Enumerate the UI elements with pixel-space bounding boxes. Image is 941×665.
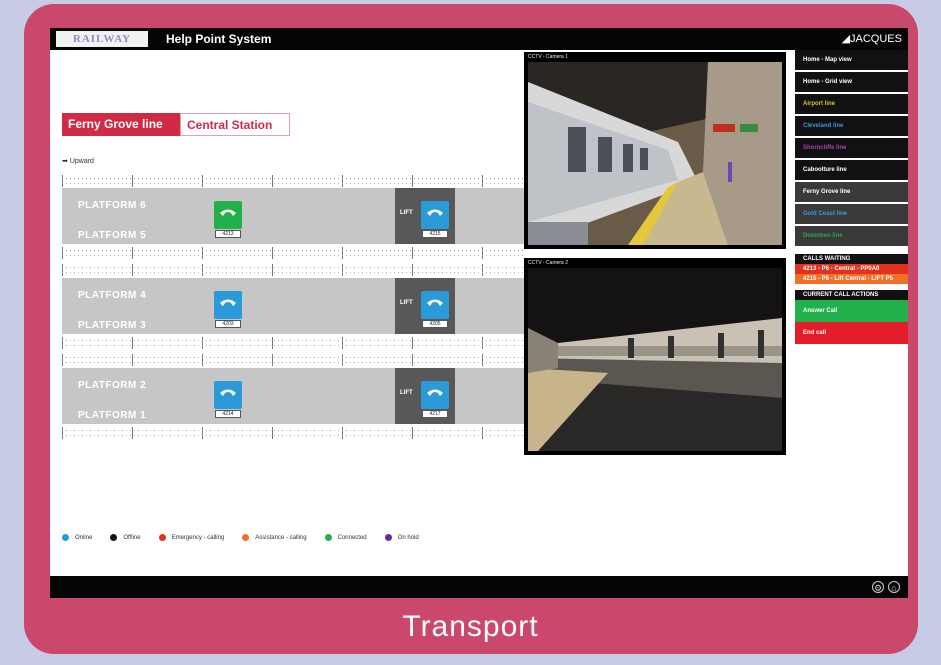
jacques-logo: ◢JACQUES [842,32,902,45]
help-point-phone[interactable]: 4203 [214,291,242,328]
platform-label: PLATFORM 5 [78,230,147,241]
caption-transport: Transport [402,610,539,643]
tab-central-station[interactable]: Central Station [180,113,290,136]
brand-text: JACQUES [850,33,902,45]
track [62,354,524,366]
platform-block-4-3: PLATFORM 4 PLATFORM 3 4203 LIFT 4205 [62,278,524,334]
phone-code: 4213 [215,230,241,238]
tab-ferny-grove-line[interactable]: Ferny Grove line [62,113,180,136]
sidebar-item-shorncliffe-line[interactable]: Shorncliffe line [795,138,908,158]
online-dot-icon [62,534,69,541]
track [62,337,524,349]
platform-block-6-5: PLATFORM 6 PLATFORM 5 4213 LIFT 4215 [62,188,524,244]
lift-help-point-phone[interactable]: 4215 [421,201,449,238]
sidebar-item-cleveland-line[interactable]: Cleveland line [795,116,908,136]
phone-code: 4217 [422,410,448,418]
legend-item: Connected [324,534,367,541]
calls-waiting-item[interactable]: 4213 - P6 - Central - PP0A0 [795,264,908,274]
home-icon[interactable]: ⌂ [888,581,900,593]
connected-dot-icon [324,534,332,541]
platform-label: PLATFORM 2 [78,380,147,391]
phone-code: 4214 [215,410,241,418]
lift-block: LIFT 4215 [395,188,455,244]
platform-label: PLATFORM 3 [78,320,147,331]
answer-call-button[interactable]: Answer Call [795,300,908,322]
top-bar: RAILWAY Help Point System ◢JACQUES [50,28,908,50]
lift-help-point-phone[interactable]: 4205 [421,291,449,328]
underground-platform-image [528,268,782,451]
help-point-phone[interactable]: 4214 [214,381,242,418]
phone-handset-icon [220,389,236,396]
offline-dot-icon [110,534,118,541]
jacques-mark-icon: ◢ [841,33,851,45]
lift-block: LIFT 4205 [395,278,455,334]
lift-label: LIFT [400,300,413,306]
phone-code: 4205 [422,320,448,328]
track [62,264,524,276]
end-call-button[interactable]: End call [795,322,908,344]
current-call-header: CURRENT CALL ACTIONS [795,290,908,300]
settings-gear-icon[interactable]: ⚙ [872,581,884,593]
legend-label: Connected [337,534,367,541]
legend-label: Assistance - calling [255,534,307,541]
sidebar-item-ferny-grove-line[interactable]: Ferny Grove line [795,182,908,202]
legend-item: Online [62,534,92,541]
lift-label: LIFT [400,390,413,396]
camera-label: CCTV - Camera 1 [528,54,569,60]
sidebar-item-doomben-line[interactable]: Doomben line [795,226,908,246]
legend-item: Offline [110,534,141,541]
help-point-phone[interactable]: 4213 [214,201,242,238]
lift-help-point-phone[interactable]: 4217 [421,381,449,418]
legend-item: On hold [384,534,419,541]
calls-waiting-header: CALLS WAITING [795,254,908,264]
platform-block-2-1: PLATFORM 2 PLATFORM 1 4214 LIFT 4217 [62,368,524,424]
emergency-dot-icon [158,534,166,541]
status-legend: Online Offline Emergency - calling Assis… [62,534,419,541]
calls-waiting-item[interactable]: 4215 - P6 - Lift Central - LIFT P5 [795,274,908,284]
direction-text: Upward [69,158,94,165]
assistance-dot-icon [242,534,250,541]
camera-label: CCTV - Camera 2 [528,260,569,266]
help-point-screen: RAILWAY Help Point System ◢JACQUES Ferny… [50,28,908,598]
phone-code: 4215 [422,230,448,238]
sidebar-item-airport-line[interactable]: Airport line [795,94,908,114]
phone-handset-icon [220,299,236,306]
camera-2-feed [528,268,782,451]
bottom-bar: ⚙ ⌂ [50,576,908,598]
direction-label: ➡ Upward [62,157,94,165]
track [62,427,524,439]
phone-handset-icon [427,209,443,216]
on-hold-dot-icon [384,534,392,541]
platform-label: PLATFORM 4 [78,290,147,301]
track [62,175,524,187]
legend-item: Emergency - calling [158,534,225,541]
sidebar-item-map-view[interactable]: Home - Map view [795,50,908,70]
sidebar-item-caboolture-line[interactable]: Caboolture line [795,160,908,180]
phone-code: 4203 [215,320,241,328]
platform-label: PLATFORM 1 [78,410,147,421]
station-platform-image [528,62,782,245]
railway-logo: RAILWAY [56,31,148,47]
lift-label: LIFT [400,210,413,216]
legend-label: Emergency - calling [171,534,225,541]
cctv-camera-1[interactable]: CCTV - Camera 1 [524,52,786,249]
track [62,247,524,259]
sidebar-item-gold-coast-line[interactable]: Gold Coast line [795,204,908,224]
legend-label: Online [75,534,93,541]
app-title: Help Point System [166,32,272,46]
arrow-right-icon: ➡ [62,158,68,165]
legend-item: Assistance - calling [242,534,307,541]
phone-handset-icon [427,389,443,396]
platform-label: PLATFORM 6 [78,200,147,211]
sidebar-item-grid-view[interactable]: Home - Grid view [795,72,908,92]
camera-1-feed [528,62,782,245]
lift-block: LIFT 4217 [395,368,455,424]
phone-handset-icon [427,299,443,306]
cctv-camera-2[interactable]: CCTV - Camera 2 [524,258,786,455]
sidebar: Home - Map view Home - Grid view Airport… [795,50,908,346]
legend-label: On hold [397,534,419,541]
legend-label: Offline [123,534,141,541]
phone-handset-icon [220,209,236,216]
